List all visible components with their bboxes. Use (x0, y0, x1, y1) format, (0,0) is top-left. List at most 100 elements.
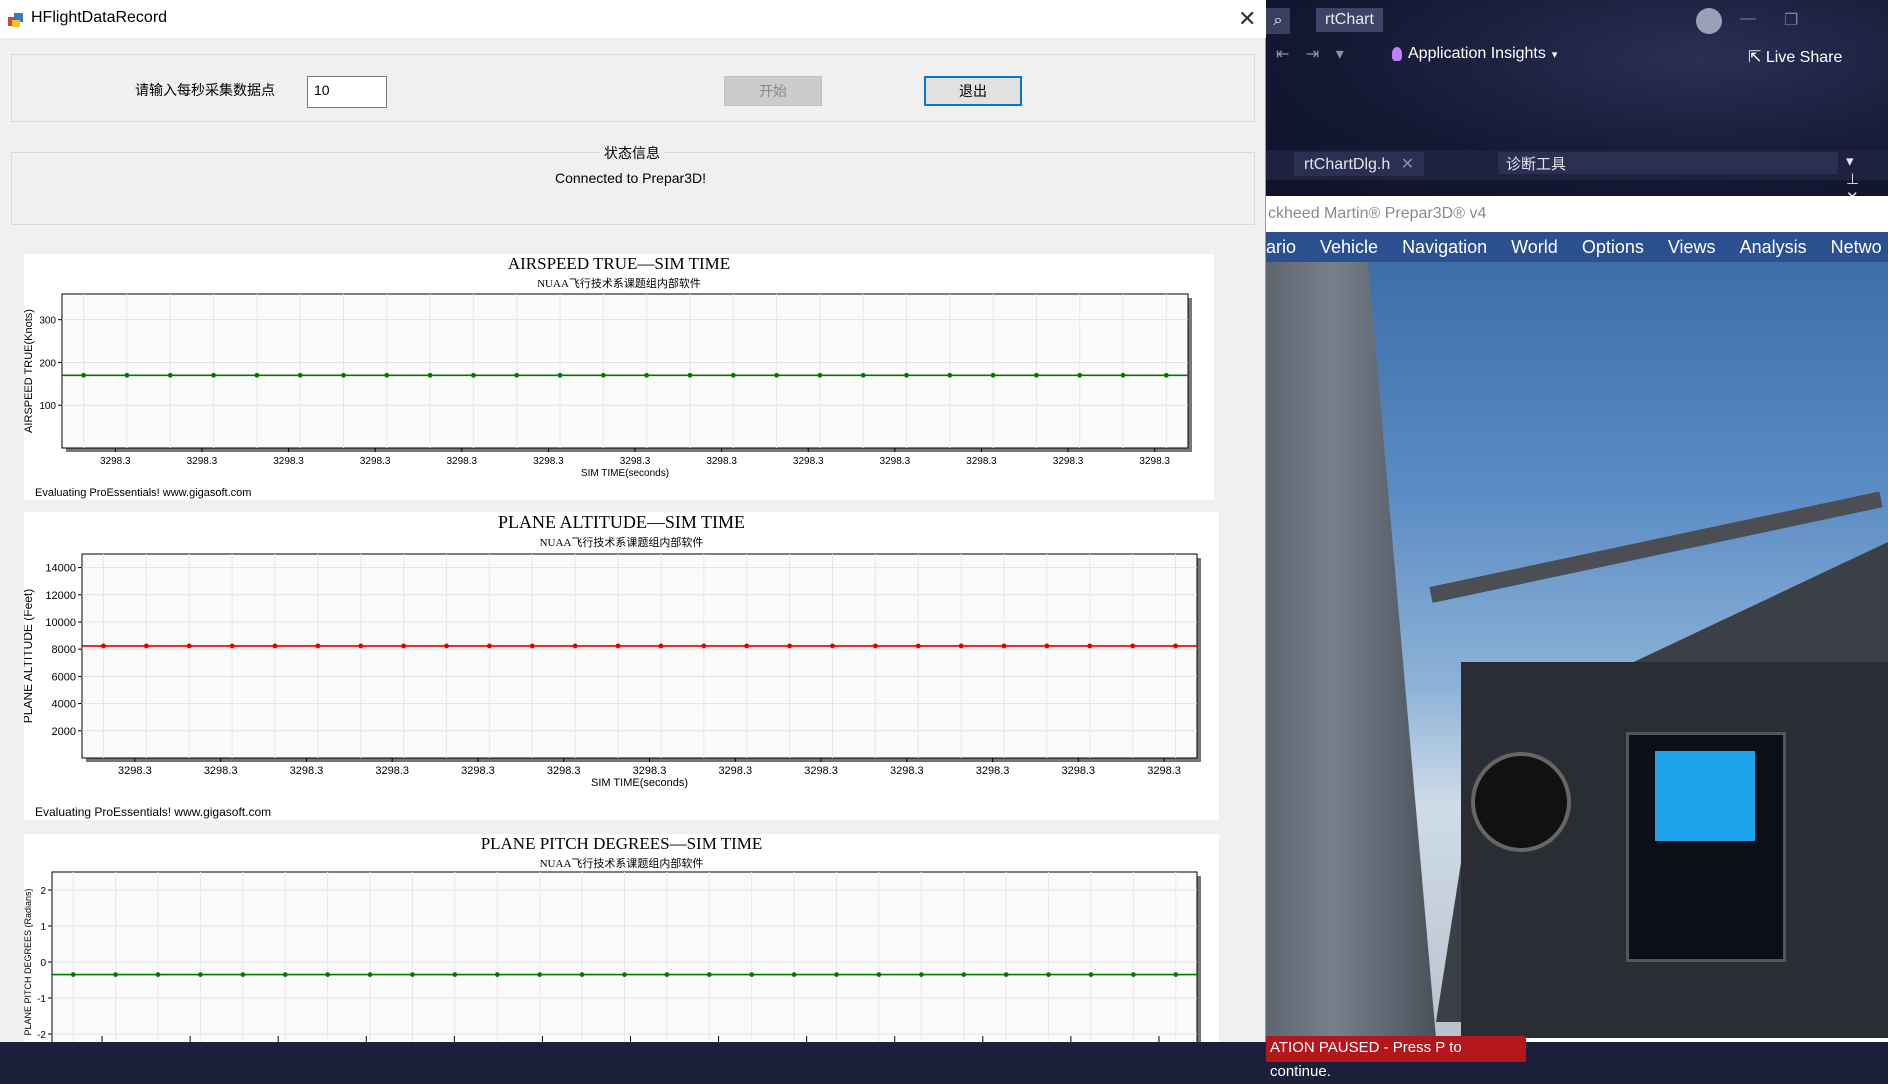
chart-subtitle: NUAA飞行技术系课题组内部软件 (539, 537, 704, 549)
data-point (113, 972, 119, 977)
chart-title: PLANE ALTITUDE—SIM TIME (498, 512, 745, 532)
data-point (947, 372, 953, 378)
exit-button[interactable]: 退出 (924, 76, 1022, 106)
data-point (834, 972, 839, 977)
y-tick-label: 8000 (52, 644, 76, 656)
vs-account-avatar[interactable] (1696, 8, 1722, 34)
y-tick-label: 10000 (45, 617, 76, 629)
vs-live-share-button[interactable]: ⇱ Live Share (1748, 47, 1842, 67)
x-tick-label: 3298.3 (360, 456, 391, 467)
data-point (915, 643, 921, 649)
data-point (211, 372, 216, 378)
data-point (410, 972, 415, 977)
data-point (1044, 643, 1050, 649)
x-axis-label: SIM TIME(seconds) (591, 777, 688, 789)
data-point (961, 972, 967, 977)
data-point (186, 643, 192, 649)
y-tick-label: 200 (39, 358, 56, 369)
x-tick-label: 3298.3 (547, 765, 581, 777)
y-tick-label: 0 (40, 958, 46, 969)
vs-application-insights-button[interactable]: Application Insights ▾ (1392, 45, 1557, 63)
data-point (529, 643, 535, 649)
p3d-menu-views[interactable]: Views (1668, 237, 1716, 258)
p3d-menu-scenario[interactable]: ario (1266, 237, 1296, 258)
vs-solution-name[interactable]: rtChart (1316, 8, 1383, 32)
data-point (1173, 972, 1179, 977)
prepar3d-window: ckheed Martin® Prepar3D® v4 ario Vehicle… (1266, 196, 1888, 1080)
y-tick-label: 6000 (52, 671, 76, 683)
vs-live-share-label: Live Share (1765, 49, 1843, 66)
data-point (315, 643, 321, 649)
x-axis-label: SIM TIME(seconds) (581, 468, 669, 479)
points-per-second-input[interactable]: 10 (307, 76, 387, 108)
data-point (787, 643, 792, 649)
y-tick-label: 100 (39, 401, 56, 412)
pause-banner: ATION PAUSED - Press P to continue. (1266, 1036, 1526, 1080)
data-point (70, 972, 76, 977)
vs-doc-tab[interactable]: rtChartDlg.h ✕ (1294, 152, 1425, 176)
data-point (325, 972, 331, 977)
p3d-menu-vehicle[interactable]: Vehicle (1320, 237, 1378, 258)
data-point (297, 372, 303, 378)
y-axis-label: AIRSPEED TRUE(Knots) (24, 309, 35, 433)
cockpit-view[interactable] (1266, 262, 1888, 1038)
data-point (830, 643, 835, 649)
data-point (401, 643, 407, 649)
chart-eval-note: Evaluating ProEssentials! www.gigasoft.c… (35, 805, 272, 819)
primary-flight-display (1626, 732, 1786, 962)
data-point (444, 643, 449, 649)
data-point (229, 643, 235, 649)
data-point (872, 643, 878, 649)
vs-search-icon[interactable]: ⌕ (1266, 8, 1290, 34)
data-point (730, 372, 736, 378)
close-icon[interactable]: ✕ (1238, 6, 1256, 32)
data-point (1077, 372, 1083, 378)
data-point (1046, 972, 1051, 977)
vs-minimize-icon[interactable]: — (1740, 10, 1756, 28)
p3d-menu-navigation[interactable]: Navigation (1402, 237, 1487, 258)
vs-diagnostic-tools-panel[interactable]: 诊断工具 (1498, 152, 1838, 174)
x-tick-label: 3298.3 (880, 456, 911, 467)
airspeed-chart: 100 200 300 AIRSPEED TRUE(Knots) 3298.3 3298.… (24, 254, 1214, 500)
y-axis-label: PLANE PITCH DEGREES (Radians) (24, 888, 33, 1035)
data-point (384, 372, 390, 378)
hflight-dialog: HFlightDataRecord ✕ 请输入每秒采集数据点 10 开始 退出 … (0, 0, 1266, 1042)
p3d-menu-analysis[interactable]: Analysis (1740, 237, 1807, 258)
data-point (687, 372, 693, 378)
x-tick-label: 3298.3 (1147, 765, 1181, 777)
start-button[interactable]: 开始 (724, 76, 822, 106)
data-point (101, 643, 106, 649)
y-tick-label: 4000 (52, 699, 76, 711)
data-point (272, 643, 278, 649)
data-point (1163, 372, 1169, 378)
y-tick-label: 1 (40, 922, 46, 933)
p3d-menu-options[interactable]: Options (1582, 237, 1644, 258)
p3d-menu-network[interactable]: Netwo (1831, 237, 1882, 258)
data-point (572, 643, 578, 649)
chart-title: AIRSPEED TRUE—SIM TIME (507, 254, 731, 273)
x-tick-label: 3298.3 (1053, 456, 1084, 467)
x-tick-label: 3298.3 (706, 456, 737, 467)
data-point (537, 972, 543, 977)
data-point (1088, 972, 1094, 977)
x-tick-label: 3298.3 (890, 765, 924, 777)
data-point (124, 372, 130, 378)
lightbulb-icon (1392, 47, 1402, 61)
x-tick-label: 3298.3 (793, 456, 824, 467)
x-tick-label: 3298.3 (461, 765, 495, 777)
x-tick-label: 3298.3 (1062, 765, 1096, 777)
data-point (514, 372, 520, 378)
x-tick-label: 3298.3 (204, 765, 238, 777)
data-point (367, 972, 373, 977)
x-tick-label: 3298.3 (446, 456, 477, 467)
data-point (644, 372, 650, 378)
vs-toolbar-icons[interactable]: ⇤ ⇥ ▾ (1276, 44, 1350, 64)
close-icon[interactable]: ✕ (1401, 156, 1414, 173)
data-point (622, 972, 627, 977)
window-title: HFlightDataRecord (31, 9, 168, 26)
data-point (1130, 972, 1136, 977)
p3d-menu-bar: ario Vehicle Navigation World Options Vi… (1266, 232, 1888, 262)
p3d-menu-world[interactable]: World (1511, 237, 1558, 258)
vs-restore-icon[interactable]: ❐ (1784, 10, 1798, 30)
x-tick-label: 3298.3 (375, 765, 409, 777)
